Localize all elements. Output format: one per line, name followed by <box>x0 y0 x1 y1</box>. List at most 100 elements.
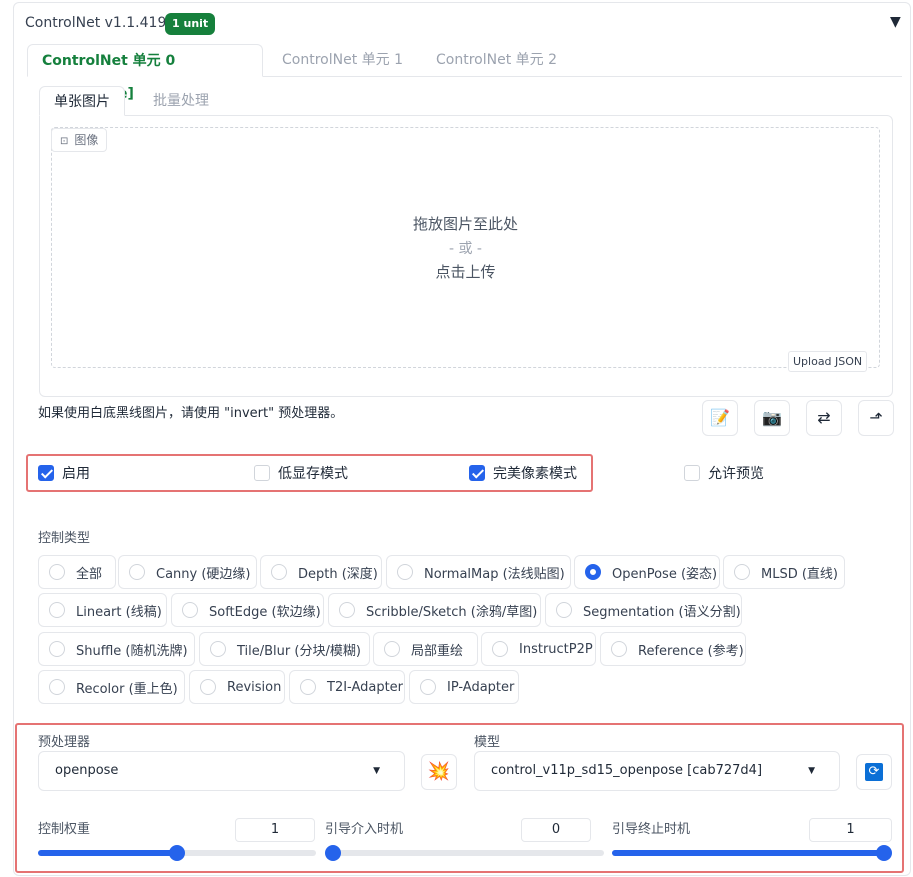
control-type-option[interactable]: Depth (深度) <box>260 555 382 589</box>
control-type-option[interactable]: SoftEdge (软边缘) <box>171 593 324 627</box>
refresh-models-button[interactable]: ⟳ <box>856 754 892 790</box>
option-label: NormalMap (法线贴图) <box>424 566 565 582</box>
run-preprocessor-button[interactable]: 💥 <box>421 754 457 790</box>
option-label: 全部 <box>76 566 103 582</box>
option-label: 局部重绘 <box>411 643 464 659</box>
radio-dot[interactable] <box>556 602 572 618</box>
radio-dot[interactable] <box>420 679 436 695</box>
control-type-option-selected[interactable]: OpenPose (姿态) <box>574 555 720 589</box>
refresh-icon: ⟳ <box>865 762 883 781</box>
control-type-option[interactable]: Canny (硬边缘) <box>118 555 257 589</box>
option-label: InstructP2P <box>519 641 593 657</box>
control-type-option[interactable]: Scribble/Sketch (涂鸦/草图) <box>328 593 541 627</box>
radio-dot[interactable] <box>271 564 287 580</box>
control-type-option[interactable]: MLSD (直线) <box>723 555 845 589</box>
start-slider-handle[interactable] <box>325 845 341 861</box>
collapse-icon[interactable]: ▼ <box>890 14 901 30</box>
invert-hint: 如果使用白底黑线图片，请使用 "invert" 预处理器。 <box>38 406 344 421</box>
radio-dot[interactable] <box>384 641 400 657</box>
option-label: T2I-Adapter <box>327 679 404 695</box>
option-label: Reference (参考) <box>638 643 744 659</box>
option-label: OpenPose (姿态) <box>612 566 718 582</box>
enable-checkbox[interactable]: 启用 <box>38 464 90 482</box>
pixel-perfect-check[interactable] <box>469 465 485 481</box>
drop-or-text: - 或 - <box>448 241 482 257</box>
control-type-option[interactable]: Lineart (线稿) <box>38 593 167 627</box>
control-type-option[interactable]: Revision <box>189 670 285 704</box>
low-vram-label: 低显存模式 <box>278 466 348 482</box>
control-type-option[interactable]: Shuffle (随机洗牌) <box>38 632 195 666</box>
upload-json-button[interactable]: Upload JSON <box>788 351 868 372</box>
control-type-option[interactable]: 全部 <box>38 555 116 589</box>
weight-input[interactable]: 1 <box>235 818 315 842</box>
control-type-option[interactable]: Tile/Blur (分块/模糊) <box>199 632 370 666</box>
panel-title: ControlNet v1.1.419 <box>25 15 167 31</box>
explosion-icon: 💥 <box>427 761 451 782</box>
control-type-option[interactable]: Segmentation (语义分割) <box>545 593 742 627</box>
pixel-perfect-checkbox[interactable]: 完美像素模式 <box>469 464 577 482</box>
radio-dot[interactable] <box>49 641 65 657</box>
chevron-down-icon: ▼ <box>808 766 815 776</box>
camera-icon[interactable]: 📷 <box>754 400 790 436</box>
allow-preview-check[interactable] <box>684 465 700 481</box>
start-slider[interactable] <box>325 845 604 861</box>
preprocessor-select[interactable]: openpose ▼ <box>38 751 405 791</box>
unit-count-badge: 1 unit <box>165 13 216 35</box>
option-label: Scribble/Sketch (涂鸦/草图) <box>366 604 538 620</box>
weight-slider-handle[interactable] <box>169 845 185 861</box>
radio-dot[interactable] <box>300 679 316 695</box>
option-label: Canny (硬边缘) <box>156 566 251 582</box>
radio-dot[interactable] <box>200 679 216 695</box>
radio-dot[interactable] <box>492 641 508 657</box>
end-slider-handle[interactable] <box>876 845 892 861</box>
control-type-option[interactable]: Reference (参考) <box>600 632 746 666</box>
control-type-option[interactable]: NormalMap (法线贴图) <box>386 555 571 589</box>
tab-batch[interactable]: 批量处理 <box>139 86 223 116</box>
option-label: MLSD (直线) <box>761 566 838 582</box>
control-type-option[interactable]: InstructP2P <box>481 632 596 666</box>
option-label: Shuffle (随机洗牌) <box>76 643 188 659</box>
option-label: SoftEdge (软边缘) <box>209 604 321 620</box>
model-select[interactable]: control_v11p_sd15_openpose [cab727d4] ▼ <box>474 751 840 791</box>
weight-label: 控制权重 <box>38 822 91 837</box>
control-type-option[interactable]: 局部重绘 <box>373 632 478 666</box>
radio-dot[interactable] <box>129 564 145 580</box>
chevron-down-icon: ▼ <box>373 766 380 776</box>
tab-unit-0[interactable]: ControlNet 单元 0 [OpenPose] <box>27 44 263 102</box>
radio-dot[interactable] <box>339 602 355 618</box>
click-upload-text[interactable]: 点击上传 <box>51 261 880 282</box>
control-type-option[interactable]: T2I-Adapter <box>289 670 405 704</box>
low-vram-checkbox[interactable]: 低显存模式 <box>254 464 348 482</box>
model-label: 模型 <box>474 735 501 750</box>
allow-preview-checkbox[interactable]: 允许预览 <box>684 464 764 482</box>
send-dimensions-icon[interactable]: ⬏ <box>858 400 894 436</box>
start-input[interactable]: 0 <box>521 818 591 842</box>
option-label: Depth (深度) <box>298 566 378 582</box>
start-label: 引导介入时机 <box>325 822 404 837</box>
control-type-option[interactable]: IP-Adapter <box>409 670 519 704</box>
weight-slider[interactable] <box>38 845 316 861</box>
radio-dot[interactable] <box>611 641 627 657</box>
radio-dot[interactable] <box>182 602 198 618</box>
option-label: Lineart (线稿) <box>76 604 162 620</box>
notepad-icon[interactable]: 📝 <box>702 400 738 436</box>
radio-dot[interactable] <box>734 564 750 580</box>
radio-dot-selected[interactable] <box>585 564 601 580</box>
radio-dot[interactable] <box>49 602 65 618</box>
control-type-option[interactable]: Recolor (重上色) <box>38 670 185 704</box>
low-vram-check[interactable] <box>254 465 270 481</box>
radio-dot[interactable] <box>210 641 226 657</box>
radio-dot[interactable] <box>397 564 413 580</box>
enable-check[interactable] <box>38 465 54 481</box>
swap-icon[interactable]: ⇄ <box>806 400 842 436</box>
radio-dot[interactable] <box>49 679 65 695</box>
drop-text: 拖放图片至此处 <box>412 215 518 233</box>
end-slider[interactable] <box>612 845 892 861</box>
radio-dot[interactable] <box>49 564 65 580</box>
model-value: control_v11p_sd15_openpose [cab727d4] <box>491 763 763 778</box>
end-input[interactable]: 1 <box>809 818 892 842</box>
tab-unit-1[interactable]: ControlNet 单元 1 <box>268 44 417 77</box>
preprocessor-value: openpose <box>55 763 119 778</box>
tab-unit-2[interactable]: ControlNet 单元 2 <box>422 44 571 77</box>
tab-single-image[interactable]: 单张图片 <box>39 86 125 116</box>
